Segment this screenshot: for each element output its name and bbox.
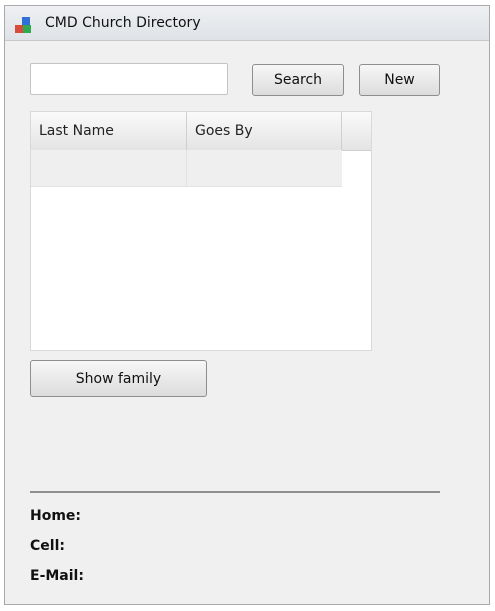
column-header-filler bbox=[342, 112, 371, 150]
home-phone-label: Home: bbox=[30, 508, 82, 524]
window-title: CMD Church Directory bbox=[45, 15, 201, 31]
column-header-last-name[interactable]: Last Name bbox=[31, 112, 187, 150]
table-header: Last Name Goes By bbox=[31, 112, 371, 151]
app-window: CMD Church Directory Search New Last Nam… bbox=[4, 5, 490, 605]
divider bbox=[30, 491, 440, 493]
cell-phone-label: Cell: bbox=[30, 538, 65, 554]
app-blocks-icon bbox=[15, 17, 31, 33]
title-bar[interactable]: CMD Church Directory bbox=[5, 6, 489, 41]
search-button[interactable]: Search bbox=[252, 64, 344, 96]
results-table[interactable]: Last Name Goes By bbox=[30, 111, 372, 351]
email-label: E-Mail: bbox=[30, 568, 84, 584]
table-row[interactable] bbox=[31, 150, 342, 187]
cell-goes-by bbox=[187, 150, 342, 186]
search-input[interactable] bbox=[30, 63, 228, 95]
column-header-goes-by[interactable]: Goes By bbox=[187, 112, 342, 150]
new-button[interactable]: New bbox=[359, 64, 440, 96]
show-family-button[interactable]: Show family bbox=[30, 360, 207, 397]
cell-last-name bbox=[31, 150, 187, 186]
